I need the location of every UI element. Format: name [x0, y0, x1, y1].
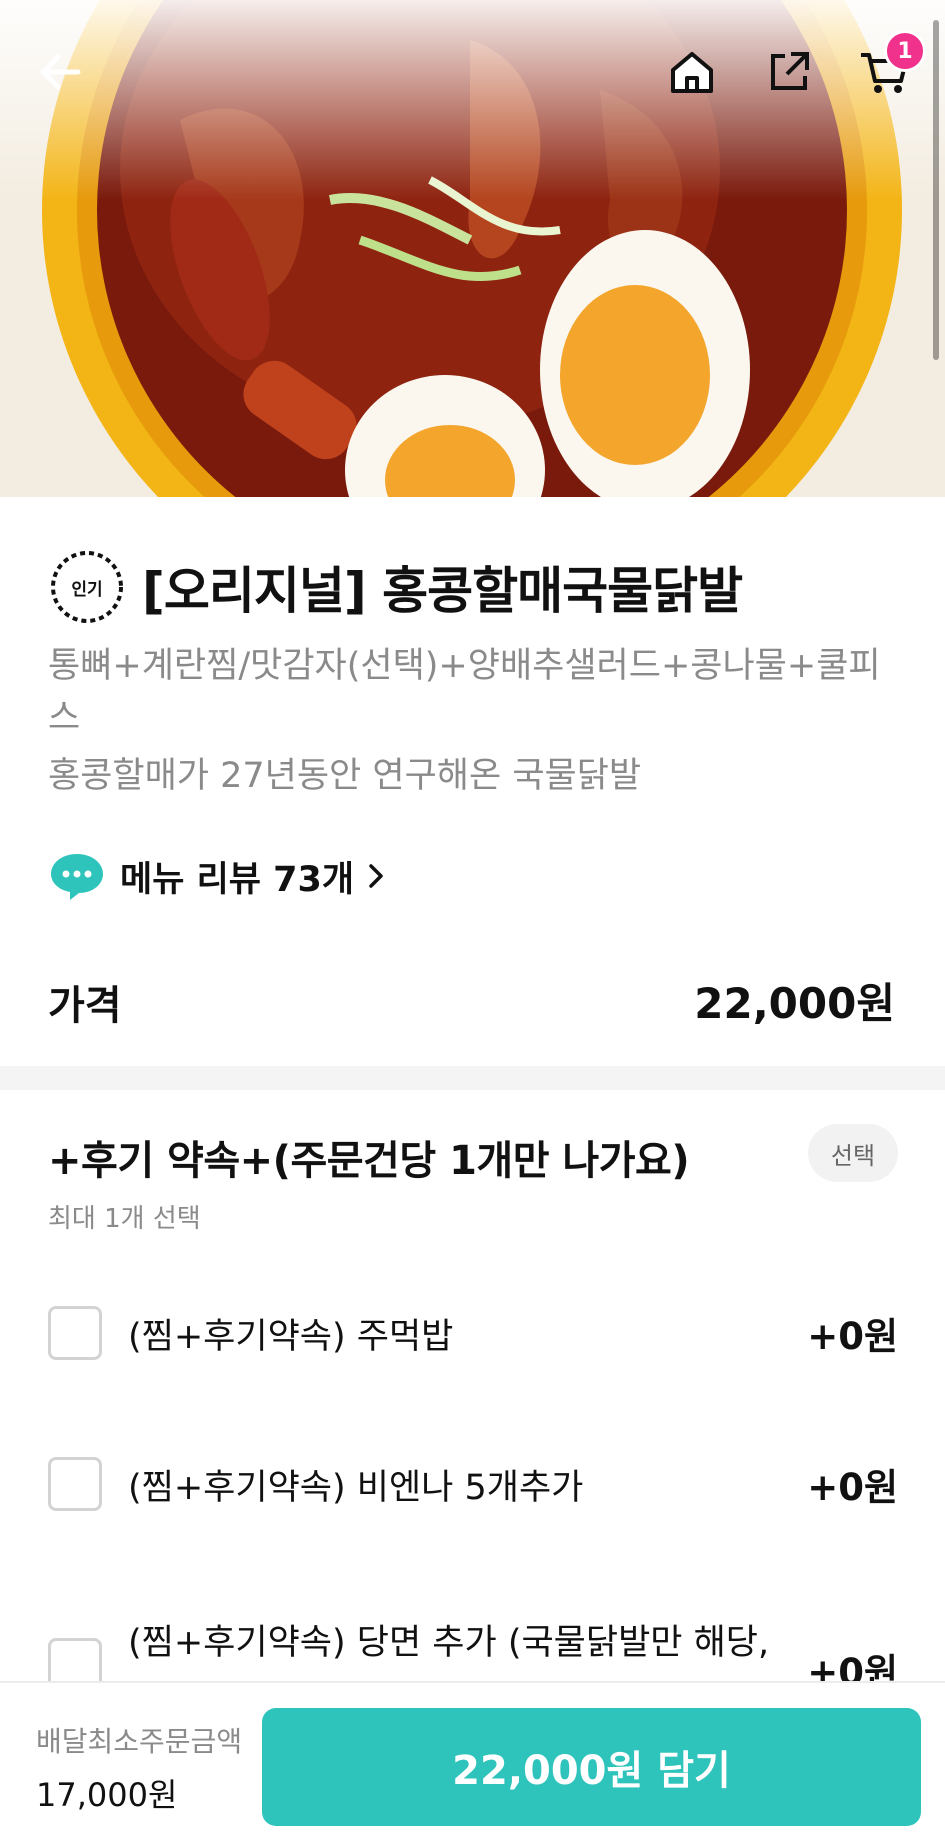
min-order-value: 17,000원 — [36, 1776, 178, 1814]
option-label: (찜+후기약속) 비엔나 5개추가 — [128, 1467, 584, 1508]
speech-bubble-icon — [51, 854, 103, 900]
menu-title-row: 인기 [오리지널] 홍콩할매국물닭발 — [48, 548, 908, 626]
option-checkbox[interactable] — [48, 1306, 102, 1360]
share-button[interactable] — [757, 40, 821, 104]
popular-badge-label: 인기 — [71, 579, 103, 600]
price-label: 가격 — [48, 983, 122, 1029]
option-group-title: +후기 약속+(주문건당 1개만 나가요) — [48, 1138, 690, 1184]
menu-description-sub: 홍콩할매가 27년동안 연구해온 국물닭발 — [48, 756, 642, 796]
min-order-label: 배달최소주문금액 — [36, 1725, 243, 1758]
menu-review-label: 메뉴 리뷰 73개 — [120, 859, 355, 900]
option-required-chip: 선택 — [808, 1124, 898, 1182]
option-price: +0원 — [807, 1315, 898, 1358]
option-item[interactable]: (찜+후기약속) 비엔나 5개추가 +0원 — [48, 1449, 898, 1519]
menu-description: 통뼈+계란찜/맛감자(선택)+양배추샐러드+콩나물+쿨피 스 — [48, 640, 898, 744]
menu-title: [오리지널] 홍콩할매국물닭발 — [142, 562, 743, 620]
chevron-right-icon — [369, 864, 383, 888]
option-group-subtitle: 최대 1개 선택 — [48, 1204, 201, 1234]
menu-description-line: 스 — [48, 698, 81, 738]
share-icon — [771, 52, 809, 90]
option-label: (찜+후기약속) 주먹밥 — [128, 1316, 454, 1357]
section-divider — [0, 1066, 945, 1090]
option-checkbox[interactable] — [48, 1457, 102, 1511]
arrow-left-icon — [40, 54, 81, 90]
top-bar: 1 — [0, 0, 945, 150]
menu-description-line: 통뼈+계란찜/맛감자(선택)+양배추샐러드+콩나물+쿨피 — [48, 646, 881, 686]
popular-badge: 인기 — [48, 548, 126, 626]
option-item[interactable]: (찜+후기약속) 주먹밥 +0원 — [48, 1298, 898, 1368]
cart-count-badge: 1 — [884, 30, 926, 72]
option-price: +0원 — [807, 1466, 898, 1509]
menu-review-link[interactable]: 메뉴 리뷰 73개 — [48, 850, 386, 902]
price-value: 22,000원 — [694, 979, 895, 1028]
option-label: (찜+후기약속) 당면 추가 (국물닭발만 해당, — [128, 1623, 770, 1663]
home-button[interactable] — [660, 40, 724, 104]
home-icon — [671, 52, 713, 93]
back-button[interactable] — [28, 40, 92, 104]
add-to-cart-button[interactable]: 22,000원 담기 — [262, 1708, 921, 1826]
menu-detail-page: 1 인기 [오리지널] 홍콩할매국물닭발 통뼈+계란찜/맛감자(선택)+양배추샐… — [0, 0, 945, 1835]
